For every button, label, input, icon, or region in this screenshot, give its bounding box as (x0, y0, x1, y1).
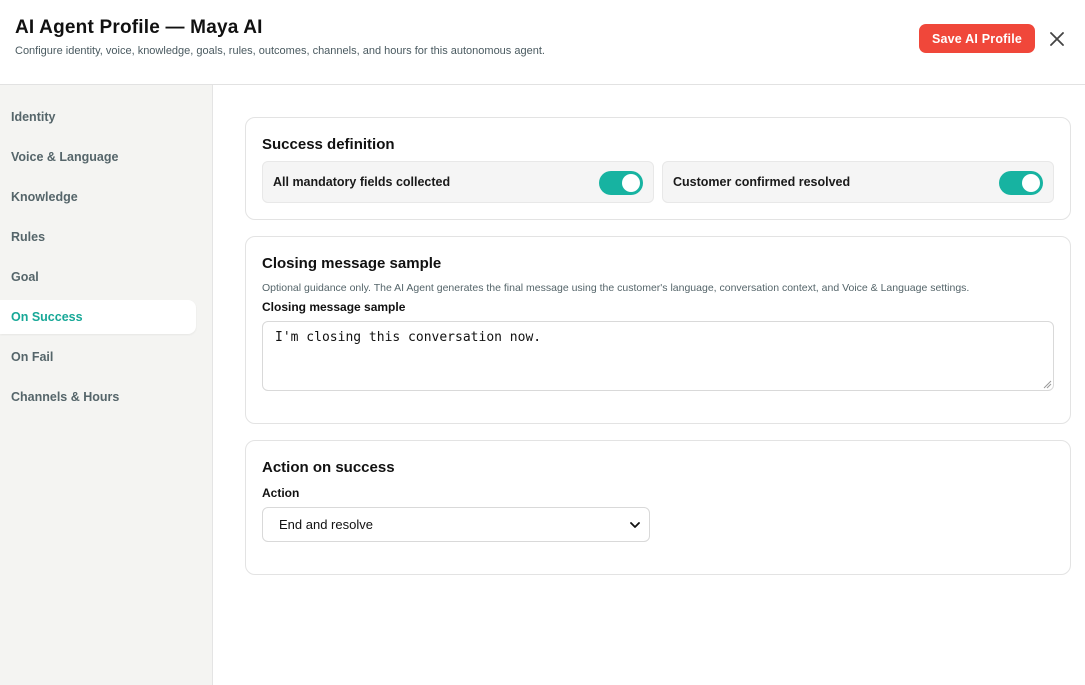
sidebar-item-identity[interactable]: Identity (0, 100, 196, 134)
page-header: AI Agent Profile — Maya AI Configure ide… (0, 0, 1085, 85)
action-select-value: End and resolve (279, 517, 373, 532)
toggle-label: Customer confirmed resolved (673, 175, 851, 189)
page-subtitle: Configure identity, voice, knowledge, go… (15, 45, 545, 57)
action-on-success-title: Action on success (262, 459, 395, 476)
toggle-row-customer-confirmed: Customer confirmed resolved (662, 161, 1054, 203)
closing-message-field-label: Closing message sample (262, 300, 406, 314)
page-title: AI Agent Profile — Maya AI (15, 17, 263, 38)
closing-message-card: Closing message sample Optional guidance… (245, 236, 1071, 424)
resize-grip-icon[interactable] (1043, 380, 1052, 389)
success-definition-card: Success definition All mandatory fields … (245, 117, 1071, 220)
save-ai-profile-button[interactable]: Save AI Profile (919, 24, 1035, 53)
chevron-down-icon (630, 522, 640, 528)
sidebar-item-channels-hours[interactable]: Channels & Hours (0, 380, 196, 414)
closing-message-textarea[interactable] (262, 321, 1054, 391)
toggle-knob (1022, 174, 1040, 192)
toggle-label: All mandatory fields collected (273, 175, 451, 189)
action-field-label: Action (262, 486, 300, 500)
action-select[interactable]: End and resolve (262, 507, 650, 542)
sidebar-item-voice-language[interactable]: Voice & Language (0, 140, 196, 174)
success-definition-title: Success definition (262, 136, 395, 153)
customer-confirmed-toggle[interactable] (999, 171, 1043, 195)
toggle-knob (622, 174, 640, 192)
mandatory-fields-toggle[interactable] (599, 171, 643, 195)
toggle-row-mandatory-fields: All mandatory fields collected (262, 161, 654, 203)
sidebar-item-rules[interactable]: Rules (0, 220, 196, 254)
sidebar-item-on-success[interactable]: On Success (0, 300, 196, 334)
closing-message-helper: Optional guidance only. The AI Agent gen… (262, 282, 970, 294)
sidebar-item-on-fail[interactable]: On Fail (0, 340, 196, 374)
closing-message-title: Closing message sample (262, 255, 442, 272)
sidebar-item-knowledge[interactable]: Knowledge (0, 180, 196, 214)
sidebar-item-goal[interactable]: Goal (0, 260, 196, 294)
close-icon (1050, 32, 1064, 46)
close-button[interactable] (1046, 28, 1068, 50)
action-on-success-card: Action on success Action End and resolve (245, 440, 1071, 575)
sidebar: Identity Voice & Language Knowledge Rule… (0, 85, 213, 685)
